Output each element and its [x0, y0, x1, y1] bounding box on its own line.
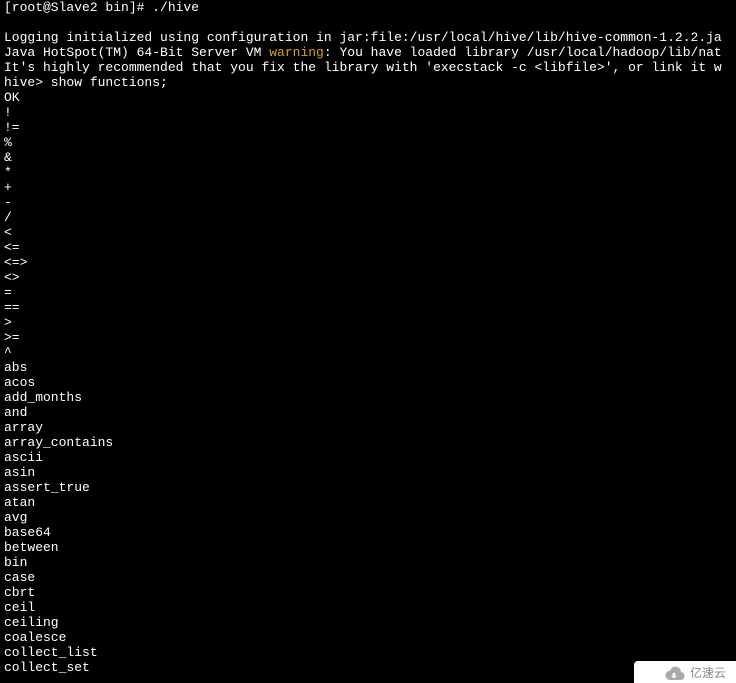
function-item: between: [4, 540, 732, 555]
function-item: =: [4, 285, 732, 300]
function-item: <=: [4, 240, 732, 255]
function-item: collect_set: [4, 660, 732, 675]
function-item: <: [4, 225, 732, 240]
function-item: collect_list: [4, 645, 732, 660]
recommendation-line: It's highly recommended that you fix the…: [4, 60, 732, 75]
function-item: ^: [4, 345, 732, 360]
function-item: acos: [4, 375, 732, 390]
function-item: !: [4, 105, 732, 120]
java-warning-line: Java HotSpot(TM) 64-Bit Server VM warnin…: [4, 45, 732, 60]
function-item: ceil: [4, 600, 732, 615]
terminal-output: [root@Slave2 bin]# ./hive Logging initia…: [0, 0, 736, 675]
blank-line: [4, 15, 732, 30]
function-item: avg: [4, 510, 732, 525]
function-item: >: [4, 315, 732, 330]
function-item: case: [4, 570, 732, 585]
watermark-text: 亿速云: [690, 666, 726, 681]
function-item: assert_true: [4, 480, 732, 495]
cloud-icon: [662, 665, 686, 681]
function-item: ceiling: [4, 615, 732, 630]
function-item: ascii: [4, 450, 732, 465]
function-item: asin: [4, 465, 732, 480]
hive-command: hive> show functions;: [4, 75, 732, 90]
function-item: add_months: [4, 390, 732, 405]
function-item: &: [4, 150, 732, 165]
function-item: and: [4, 405, 732, 420]
function-item: coalesce: [4, 630, 732, 645]
function-item: array: [4, 420, 732, 435]
functions-list: !!=%&*+-/<<=<=><>===>>=^absacosadd_month…: [4, 105, 732, 675]
function-item: /: [4, 210, 732, 225]
function-item: <=>: [4, 255, 732, 270]
function-item: *: [4, 165, 732, 180]
warning-keyword: warning: [269, 45, 324, 60]
java-suffix: : You have loaded library /usr/local/had…: [324, 45, 722, 60]
function-item: ==: [4, 300, 732, 315]
function-item: array_contains: [4, 435, 732, 450]
function-item: atan: [4, 495, 732, 510]
function-item: abs: [4, 360, 732, 375]
function-item: <>: [4, 270, 732, 285]
function-item: !=: [4, 120, 732, 135]
ok-line: OK: [4, 90, 732, 105]
function-item: >=: [4, 330, 732, 345]
function-item: -: [4, 195, 732, 210]
shell-prompt: [root@Slave2 bin]# ./hive: [4, 0, 732, 15]
watermark: 亿速云: [634, 661, 736, 683]
function-item: +: [4, 180, 732, 195]
function-item: bin: [4, 555, 732, 570]
java-prefix: Java HotSpot(TM) 64-Bit Server VM: [4, 45, 269, 60]
function-item: cbrt: [4, 585, 732, 600]
log-line: Logging initialized using configuration …: [4, 30, 732, 45]
function-item: base64: [4, 525, 732, 540]
function-item: %: [4, 135, 732, 150]
